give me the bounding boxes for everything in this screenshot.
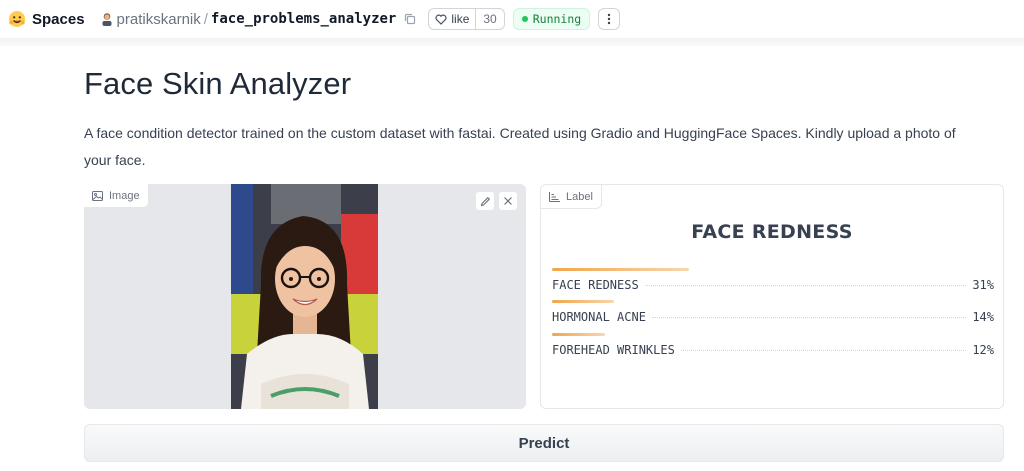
confidence-label: FACE REDNESS <box>552 278 639 292</box>
like-label: like <box>451 12 470 26</box>
confidence-row[interactable]: FOREHEAD WRINKLES 12% <box>552 333 994 357</box>
confidence-bar <box>552 333 606 336</box>
kebab-icon <box>607 13 611 25</box>
like-main[interactable]: like <box>429 9 475 29</box>
pencil-icon <box>480 196 491 207</box>
bar-chart-icon <box>549 191 560 202</box>
confidence-bar <box>552 268 689 271</box>
image-input[interactable]: Image <box>84 184 526 409</box>
spaces-link[interactable]: Spaces <box>32 11 85 28</box>
predict-button[interactable]: Predict <box>84 424 1004 462</box>
confidence-row[interactable]: FACE REDNESS 31% <box>552 268 994 292</box>
hugging-face-icon[interactable] <box>8 10 26 28</box>
uploaded-photo <box>231 184 378 409</box>
label-tag-label: Label <box>566 190 593 203</box>
heart-icon <box>435 14 447 25</box>
page-title: Face Skin Analyzer <box>84 66 352 101</box>
image-actions <box>475 191 518 211</box>
path-separator: / <box>203 10 208 28</box>
repo-name-link[interactable]: face_problems_analyzer <box>211 11 396 27</box>
copy-icon[interactable] <box>404 13 416 25</box>
edit-image-button[interactable] <box>475 191 495 211</box>
clear-image-button[interactable] <box>498 191 518 211</box>
image-tag-label: Image <box>109 189 140 202</box>
confidence-bar <box>552 300 614 303</box>
image-tag: Image <box>84 184 149 208</box>
predicted-label: FACE REDNESS <box>691 221 853 243</box>
status-dot-icon <box>521 16 528 22</box>
owner-link[interactable]: pratikskarnik <box>117 11 201 28</box>
confidence-value: 31% <box>972 278 994 292</box>
dotted-leader <box>651 317 967 318</box>
avatar <box>101 12 113 26</box>
status-badge: Running <box>512 8 591 30</box>
header-divider <box>0 38 1024 46</box>
like-button[interactable]: like 30 <box>428 8 505 30</box>
space-header: Spaces pratikskarnik / face_problems_ana… <box>0 0 1024 38</box>
confidence-row[interactable]: HORMONAL ACNE 14% <box>552 300 994 324</box>
status-label: Running <box>532 12 582 26</box>
label-output: Label FACE REDNESS FACE REDNESS 31% HORM… <box>540 184 1004 409</box>
confidence-value: 14% <box>972 310 994 324</box>
image-icon <box>92 190 103 201</box>
confidence-label: HORMONAL ACNE <box>552 310 646 324</box>
confidence-value: 12% <box>972 343 994 357</box>
confidence-label: FOREHEAD WRINKLES <box>552 343 675 357</box>
app-description: A face condition detector trained on the… <box>84 125 956 168</box>
dotted-leader <box>644 285 967 286</box>
more-options-button[interactable] <box>598 8 621 30</box>
label-tag: Label <box>541 185 602 209</box>
close-icon <box>503 196 513 206</box>
dotted-leader <box>680 350 967 351</box>
like-count[interactable]: 30 <box>475 9 503 29</box>
